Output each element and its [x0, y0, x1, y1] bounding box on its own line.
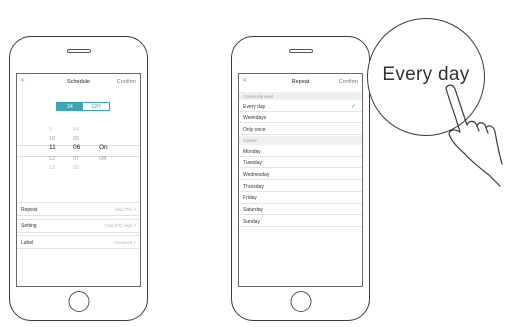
group-heading-custom: Custom	[239, 136, 362, 146]
option-label: Sunday	[243, 218, 260, 225]
setting-label: Setting	[21, 223, 37, 229]
check-icon: ✓	[350, 103, 356, 110]
repeat-option-thursday[interactable]: Thursday	[239, 180, 362, 192]
minute-value: 05	[73, 136, 80, 142]
pointing-hand-icon	[445, 84, 503, 187]
option-label: Only once	[243, 126, 266, 133]
setting-row-label[interactable]: Label Unnamed >	[17, 235, 140, 249]
setting-value: Mon,Thu >	[115, 206, 136, 212]
repeat-option-weekdays[interactable]: Weekdays	[239, 112, 362, 124]
setting-label: Repeat	[21, 206, 38, 213]
time-picker[interactable]: 9 04 10 05 11 06 On 12 07 Off 13 08	[17, 126, 140, 173]
hour-value: 13	[49, 165, 56, 171]
option-label: Wednesday	[243, 171, 270, 178]
home-button[interactable]	[290, 291, 311, 312]
minute-value: 06	[73, 144, 81, 151]
hour-value: 12	[49, 156, 56, 162]
picker-row: 9 04	[17, 126, 140, 135]
repeat-option-wednesday[interactable]: Wednesday	[239, 168, 362, 181]
power-state: Off	[99, 156, 107, 162]
option-label: Weekdays	[243, 115, 267, 122]
schedule-screen: < Schedule Confirm 24 12H 9 04 10 05 11 …	[16, 73, 141, 287]
option-label: Tuesday	[243, 160, 262, 167]
repeat-option-saturday[interactable]: Saturday	[239, 204, 362, 216]
option-label: Monday	[243, 148, 261, 155]
format-24-option[interactable]: 24	[57, 103, 83, 110]
hour-value: 11	[49, 144, 56, 151]
repeat-option-tuesday[interactable]: Tuesday	[239, 157, 362, 169]
repeat-header: < Repeat Confirm	[239, 74, 362, 92]
picker-row: 10 05	[17, 135, 140, 144]
hour-value: 9	[49, 127, 53, 133]
option-label: Every day	[243, 103, 266, 110]
picker-row: 13 08	[17, 164, 140, 173]
repeat-option-monday[interactable]: Monday	[239, 145, 362, 157]
picker-row-selected: 11 06 On	[17, 144, 140, 155]
home-button[interactable]	[68, 291, 89, 312]
minute-value: 08	[73, 165, 80, 171]
setting-row-setting[interactable]: Setting Cool,17C,High >	[17, 218, 140, 233]
right-phone: < Repeat Confirm Commonly used Every day…	[231, 36, 370, 321]
speaker-slot	[288, 49, 313, 53]
minute-value: 07	[73, 156, 80, 162]
setting-value: Cool,17C,High >	[104, 223, 136, 228]
group-heading-common: Commonly used	[239, 92, 362, 100]
confirm-button[interactable]: Confirm	[117, 79, 136, 85]
minute-value: 04	[73, 127, 80, 133]
time-format-toggle[interactable]: 24 12H	[56, 102, 110, 111]
setting-row-repeat[interactable]: Repeat Mon,Thu >	[17, 202, 140, 216]
setting-value: Unnamed >	[113, 239, 136, 245]
repeat-option-every-day[interactable]: Every day ✓	[239, 100, 362, 112]
schedule-settings: Repeat Mon,Thu > Setting Cool,17C,High >…	[17, 202, 140, 252]
power-state: On	[99, 144, 108, 151]
repeat-option-friday[interactable]: Friday	[239, 192, 362, 204]
format-12h-option[interactable]: 12H	[83, 103, 109, 110]
speaker-slot	[66, 49, 91, 53]
option-label: Thursday	[243, 183, 264, 190]
left-phone: < Schedule Confirm 24 12H 9 04 10 05 11 …	[9, 36, 148, 321]
option-label: Friday	[243, 195, 257, 202]
repeat-option-only-once[interactable]: Only once	[239, 123, 362, 136]
option-label: Saturday	[243, 207, 264, 213]
schedule-header: < Schedule Confirm	[17, 74, 140, 90]
repeat-screen: < Repeat Confirm Commonly used Every day…	[238, 73, 363, 287]
confirm-button[interactable]: Confirm	[339, 79, 358, 85]
repeat-option-sunday[interactable]: Sunday	[239, 215, 362, 227]
hour-value: 10	[49, 136, 56, 142]
setting-label: Label	[21, 239, 34, 246]
picker-row: 12 07 Off	[17, 155, 140, 164]
